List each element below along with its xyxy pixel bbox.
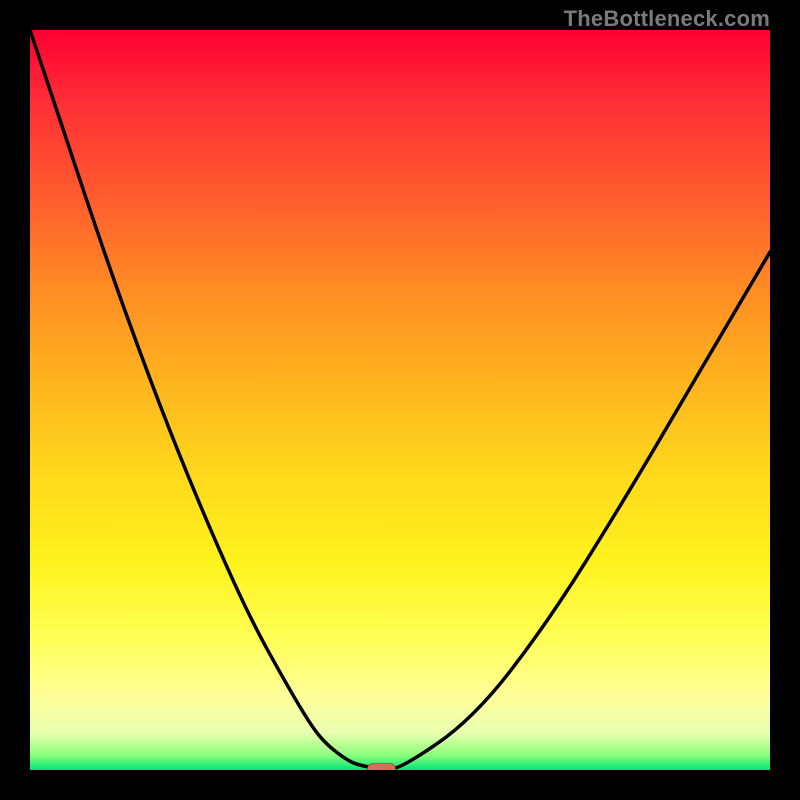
- chart-svg: [30, 30, 770, 770]
- outer-frame: TheBottleneck.com: [0, 0, 800, 800]
- plot-area: [30, 30, 770, 770]
- watermark-text: TheBottleneck.com: [564, 6, 770, 32]
- bottleneck-curve: [30, 30, 770, 769]
- optimal-point-marker: [368, 764, 396, 771]
